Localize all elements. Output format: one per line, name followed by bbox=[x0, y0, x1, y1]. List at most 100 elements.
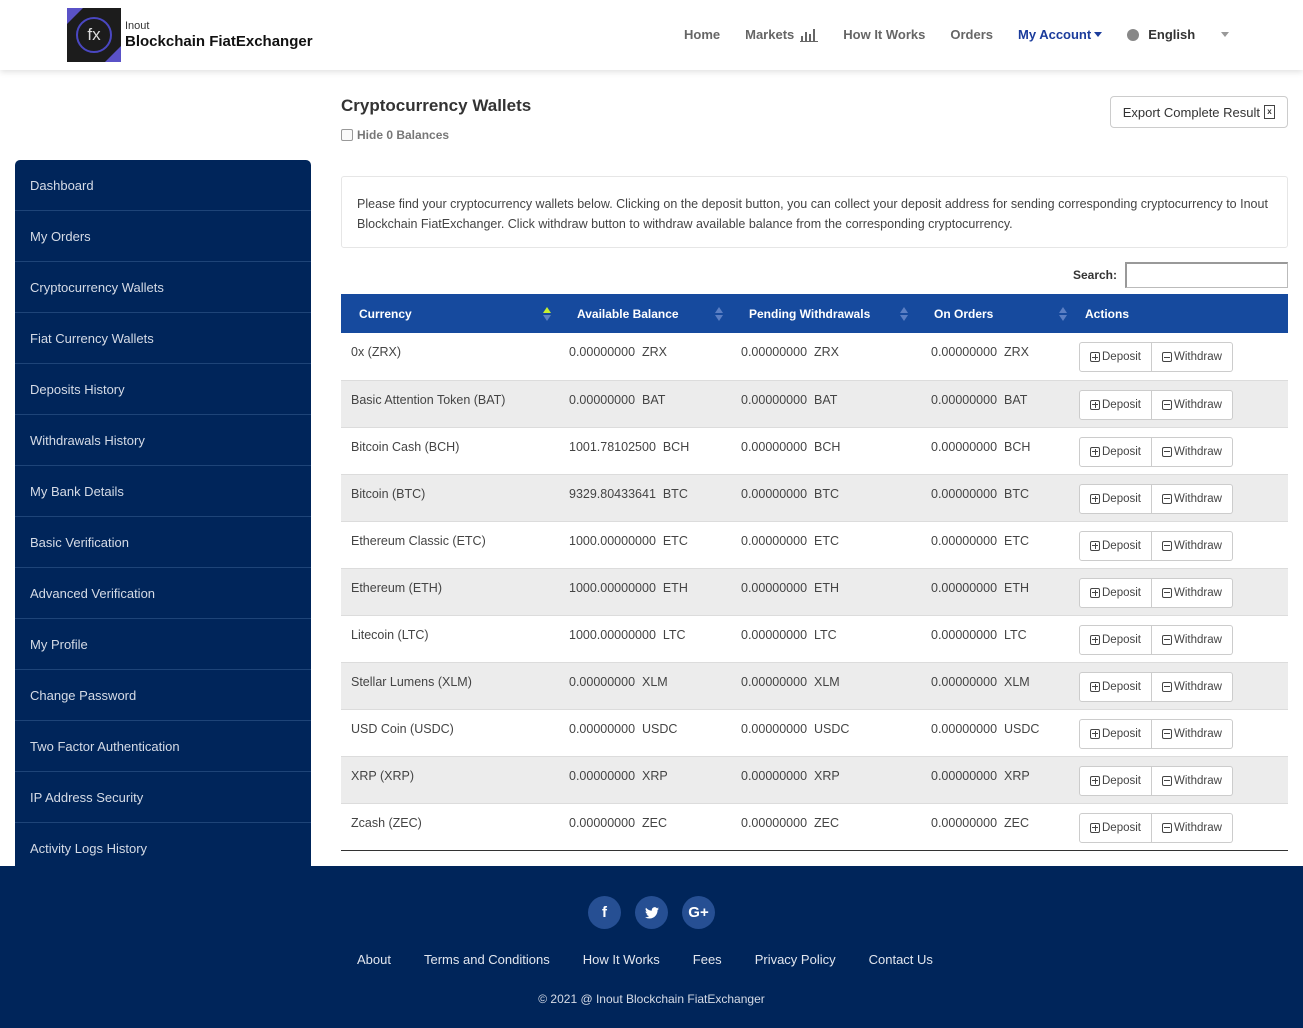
export-button[interactable]: Export Complete Result x bbox=[1109, 96, 1288, 128]
footer-links: About Terms and Conditions How It Works … bbox=[357, 952, 966, 967]
deposit-button[interactable]: Deposit bbox=[1079, 483, 1152, 514]
sidebar-item-two-factor[interactable]: Two Factor Authentication bbox=[15, 721, 311, 772]
cell-pending: 0.00000000 ZRX bbox=[731, 333, 916, 381]
language-selector[interactable]: English bbox=[1127, 27, 1230, 42]
col-available-balance[interactable]: Available Balance bbox=[559, 294, 731, 333]
table-row: Stellar Lumens (XLM) 0.00000000 XLM 0.0000… bbox=[341, 662, 1288, 710]
col-on-orders[interactable]: On Orders bbox=[916, 294, 1075, 333]
sidebar-item-basic-verification[interactable]: Basic Verification bbox=[15, 517, 311, 568]
footer-link-about[interactable]: About bbox=[357, 952, 391, 967]
cell-actions: Deposit Withdraw bbox=[1075, 803, 1288, 851]
action-buttons: Deposit Withdraw bbox=[1079, 342, 1233, 372]
withdraw-button[interactable]: Withdraw bbox=[1152, 342, 1233, 372]
col-currency[interactable]: Currency bbox=[341, 294, 559, 333]
deposit-label: Deposit bbox=[1102, 680, 1141, 693]
sidebar-item-fiat-wallets[interactable]: Fiat Currency Wallets bbox=[15, 313, 311, 364]
cell-on-orders: 0.00000000 ZEC bbox=[916, 803, 1075, 851]
minus-square-icon bbox=[1162, 446, 1172, 457]
withdraw-button[interactable]: Withdraw bbox=[1152, 812, 1233, 843]
nav-markets[interactable]: Markets bbox=[745, 27, 819, 42]
deposit-button[interactable]: Deposit bbox=[1079, 624, 1152, 655]
footer: f G+ About Terms and Conditions How It W… bbox=[0, 866, 1303, 1028]
action-buttons: Deposit Withdraw bbox=[1079, 671, 1233, 702]
twitter-icon[interactable] bbox=[635, 896, 668, 929]
deposit-button[interactable]: Deposit bbox=[1079, 342, 1152, 372]
withdraw-button[interactable]: Withdraw bbox=[1152, 436, 1233, 467]
sidebar-item-crypto-wallets[interactable]: Cryptocurrency Wallets bbox=[15, 262, 311, 313]
facebook-icon[interactable]: f bbox=[588, 896, 621, 929]
deposit-button[interactable]: Deposit bbox=[1079, 765, 1152, 796]
minus-square-icon bbox=[1162, 587, 1172, 598]
cell-currency: Ethereum (ETH) bbox=[341, 568, 559, 616]
hide-zero-balances-toggle[interactable]: Hide 0 Balances bbox=[341, 128, 449, 142]
plus-square-icon bbox=[1090, 446, 1100, 457]
sidebar-item-dashboard[interactable]: Dashboard bbox=[15, 160, 311, 211]
deposit-button[interactable]: Deposit bbox=[1079, 436, 1152, 467]
search-area: Search: bbox=[1073, 262, 1288, 288]
sidebar-item-bank-details[interactable]: My Bank Details bbox=[15, 466, 311, 517]
cell-actions: Deposit Withdraw bbox=[1075, 333, 1288, 381]
minus-square-icon bbox=[1162, 493, 1172, 504]
withdraw-button[interactable]: Withdraw bbox=[1152, 530, 1233, 561]
nav-home[interactable]: Home bbox=[684, 27, 720, 42]
sidebar-item-withdrawals-history[interactable]: Withdrawals History bbox=[15, 415, 311, 466]
withdraw-button[interactable]: Withdraw bbox=[1152, 389, 1233, 420]
withdraw-button[interactable]: Withdraw bbox=[1152, 718, 1233, 749]
withdraw-button[interactable]: Withdraw bbox=[1152, 765, 1233, 796]
nav-how-it-works[interactable]: How It Works bbox=[843, 27, 925, 42]
nav-my-account[interactable]: My Account bbox=[1018, 27, 1103, 42]
withdraw-label: Withdraw bbox=[1174, 680, 1222, 693]
plus-square-icon bbox=[1090, 775, 1100, 786]
deposit-button[interactable]: Deposit bbox=[1079, 577, 1152, 608]
chevron-down-icon bbox=[1221, 32, 1230, 37]
cell-currency: Stellar Lumens (XLM) bbox=[341, 662, 559, 710]
sidebar-item-deposits-history[interactable]: Deposits History bbox=[15, 364, 311, 415]
cell-available: 1001.78102500 BCH bbox=[559, 427, 731, 475]
deposit-button[interactable]: Deposit bbox=[1079, 812, 1152, 843]
footer-link-privacy[interactable]: Privacy Policy bbox=[755, 952, 836, 967]
sidebar-item-my-profile[interactable]: My Profile bbox=[15, 619, 311, 670]
sidebar-item-ip-security[interactable]: IP Address Security bbox=[15, 772, 311, 823]
cell-currency: Bitcoin (BTC) bbox=[341, 474, 559, 522]
sidebar-item-activity-logs[interactable]: Activity Logs History bbox=[15, 823, 311, 866]
plus-square-icon bbox=[1090, 681, 1100, 692]
action-buttons: Deposit Withdraw bbox=[1079, 718, 1233, 749]
deposit-button[interactable]: Deposit bbox=[1079, 389, 1152, 420]
deposit-button[interactable]: Deposit bbox=[1079, 671, 1152, 702]
footer-link-how-it-works[interactable]: How It Works bbox=[583, 952, 660, 967]
footer-link-terms[interactable]: Terms and Conditions bbox=[424, 952, 550, 967]
withdraw-label: Withdraw bbox=[1174, 398, 1222, 411]
withdraw-button[interactable]: Withdraw bbox=[1152, 671, 1233, 702]
withdraw-button[interactable]: Withdraw bbox=[1152, 577, 1233, 608]
sidebar-item-my-orders[interactable]: My Orders bbox=[15, 211, 311, 262]
plus-square-icon bbox=[1090, 587, 1100, 598]
sidebar-item-advanced-verification[interactable]: Advanced Verification bbox=[15, 568, 311, 619]
deposit-label: Deposit bbox=[1102, 633, 1141, 646]
main-nav: Home Markets How It Works Orders My Acco… bbox=[684, 27, 1254, 42]
cell-available: 1000.00000000 ETH bbox=[559, 568, 731, 616]
table-header-row: Currency Available Balance Pending Withd… bbox=[341, 294, 1288, 333]
logo[interactable]: fx Inout Blockchain FiatExchanger bbox=[67, 8, 313, 62]
logo-title: Blockchain FiatExchanger bbox=[125, 33, 313, 50]
nav-orders[interactable]: Orders bbox=[950, 27, 993, 42]
col-pending-withdrawals[interactable]: Pending Withdrawals bbox=[731, 294, 916, 333]
col-pending-label: Pending Withdrawals bbox=[749, 306, 871, 321]
deposit-button[interactable]: Deposit bbox=[1079, 718, 1152, 749]
nav-how-it-works-label: How It Works bbox=[843, 27, 926, 42]
withdraw-button[interactable]: Withdraw bbox=[1152, 483, 1233, 514]
hide-zero-checkbox[interactable] bbox=[341, 129, 353, 141]
withdraw-button[interactable]: Withdraw bbox=[1152, 624, 1233, 655]
google-plus-icon[interactable]: G+ bbox=[682, 896, 715, 929]
copyright: © 2021 @ Inout Blockchain FiatExchanger bbox=[538, 992, 765, 1006]
withdraw-label: Withdraw bbox=[1174, 633, 1222, 646]
cell-pending: 0.00000000 ETH bbox=[731, 568, 916, 616]
deposit-button[interactable]: Deposit bbox=[1079, 530, 1152, 561]
cell-on-orders: 0.00000000 USDC bbox=[916, 709, 1075, 757]
plus-square-icon bbox=[1090, 822, 1100, 833]
footer-link-fees[interactable]: Fees bbox=[693, 952, 722, 967]
search-input[interactable] bbox=[1125, 262, 1288, 288]
minus-square-icon bbox=[1162, 352, 1172, 362]
sidebar-item-change-password[interactable]: Change Password bbox=[15, 670, 311, 721]
deposit-label: Deposit bbox=[1102, 821, 1141, 834]
footer-link-contact[interactable]: Contact Us bbox=[869, 952, 933, 967]
